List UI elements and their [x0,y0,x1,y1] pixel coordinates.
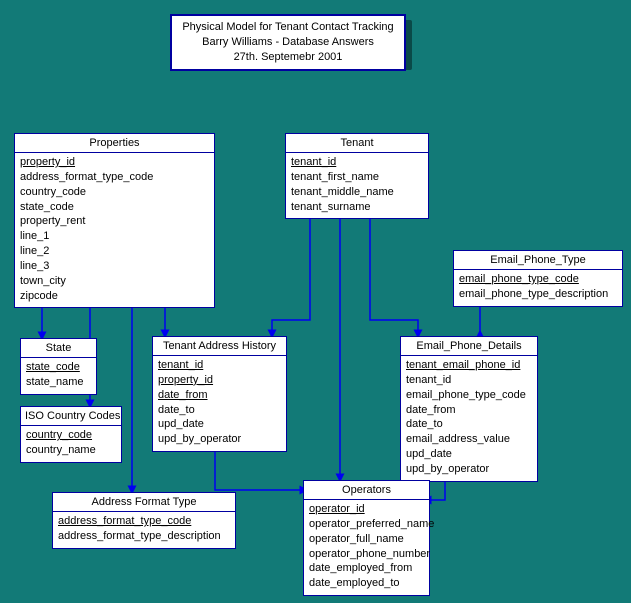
entity-body: property_idaddress_format_type_codecount… [15,153,214,307]
entity-tenant-address-history: Tenant Address History tenant_idproperty… [152,336,287,452]
field: upd_by_operator [406,462,532,477]
field: country_code [20,185,209,200]
title-line-1: Physical Model for Tenant Contact Tracki… [182,20,394,35]
field: operator_preferred_name [309,517,424,532]
field: line_2 [20,244,209,259]
field-pk: address_format_type_code [58,514,230,529]
entity-tenant: Tenant tenant_idtenant_first_nametenant_… [285,133,429,219]
entity-body: email_phone_type_codeemail_phone_type_de… [454,270,622,306]
field-pk: state_code [26,360,91,375]
entity-header: Email_Phone_Details [401,337,537,356]
field: date_employed_to [309,576,424,591]
entity-email-phone-type: Email_Phone_Type email_phone_type_codeem… [453,250,623,307]
field: email_phone_type_code [406,388,532,403]
field-pk: tenant_email_phone_id [406,358,532,373]
entity-body: state_codestate_name [21,358,96,394]
entity-header: ISO Country Codes [21,407,121,426]
field-pk: property_id [20,155,209,170]
field: upd_date [158,417,281,432]
entity-body: operator_idoperator_preferred_nameoperat… [304,500,429,595]
field: town_city [20,274,209,289]
field: line_1 [20,229,209,244]
entity-properties: Properties property_idaddress_format_typ… [14,133,215,308]
field-pk: operator_id [309,502,424,517]
entity-body: tenant_idtenant_first_nametenant_middle_… [286,153,428,218]
entity-header: Operators [304,481,429,500]
field: date_to [406,417,532,432]
field: date_to [158,403,281,418]
field-pk: property_id [158,373,281,388]
field: state_code [20,200,209,215]
field-pk: email_phone_type_code [459,272,617,287]
field: line_3 [20,259,209,274]
entity-operators: Operators operator_idoperator_preferred_… [303,480,430,596]
entity-body: country_codecountry_name [21,426,121,462]
field: address_format_type_description [58,529,230,544]
entity-body: tenant_email_phone_idtenant_idemail_phon… [401,356,537,481]
entity-header: State [21,339,96,358]
field-pk: tenant_id [291,155,423,170]
field: property_rent [20,214,209,229]
title-line-2: Barry Williams - Database Answers [182,35,394,50]
entity-header: Tenant [286,134,428,153]
entity-iso-country-codes: ISO Country Codes country_codecountry_na… [20,406,122,463]
field: country_name [26,443,116,458]
entity-address-format-type: Address Format Type address_format_type_… [52,492,236,549]
entity-body: address_format_type_codeaddress_format_t… [53,512,235,548]
field: upd_date [406,447,532,462]
field: upd_by_operator [158,432,281,447]
field: date_from [406,403,532,418]
title-line-3: 27th. Septemebr 2001 [182,50,394,65]
field: tenant_middle_name [291,185,423,200]
field: state_name [26,375,91,390]
field: date_employed_from [309,561,424,576]
field: operator_phone_number [309,547,424,562]
field: email_address_value [406,432,532,447]
field: tenant_id [406,373,532,388]
entity-header: Email_Phone_Type [454,251,622,270]
entity-email-phone-details: Email_Phone_Details tenant_email_phone_i… [400,336,538,482]
entity-header: Address Format Type [53,493,235,512]
entity-body: tenant_idproperty_iddate_fromdate_toupd_… [153,356,286,451]
field: operator_full_name [309,532,424,547]
entity-state: State state_codestate_name [20,338,97,395]
field: tenant_surname [291,200,423,215]
diagram-title: Physical Model for Tenant Contact Tracki… [170,14,406,71]
field-pk: tenant_id [158,358,281,373]
field: tenant_first_name [291,170,423,185]
field: email_phone_type_description [459,287,617,302]
field-pk: date_from [158,388,281,403]
entity-header: Tenant Address History [153,337,286,356]
field: address_format_type_code [20,170,209,185]
field: zipcode [20,289,209,304]
er-diagram: Physical Model for Tenant Contact Tracki… [0,0,631,603]
field-pk: country_code [26,428,116,443]
entity-header: Properties [15,134,214,153]
